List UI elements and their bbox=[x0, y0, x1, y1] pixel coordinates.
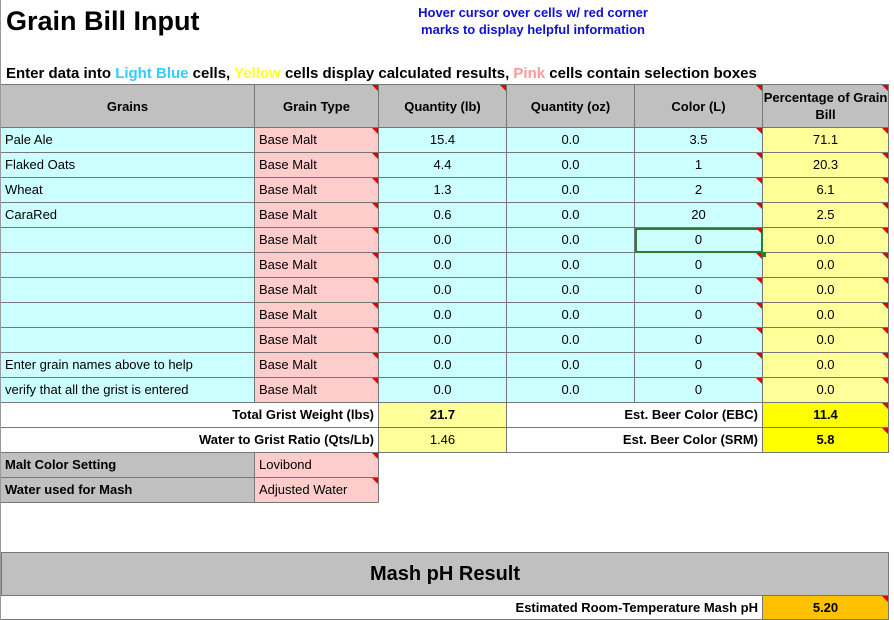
cell-quantity-oz[interactable]: 0.0 bbox=[507, 328, 635, 353]
ebc-label: Est. Beer Color (EBC) bbox=[507, 403, 763, 428]
cell-quantity-oz[interactable]: 0.0 bbox=[507, 253, 635, 278]
cell-quantity-lb[interactable]: 0.0 bbox=[379, 278, 507, 303]
fill-handle[interactable] bbox=[761, 252, 766, 257]
cell-color-l[interactable]: 0 bbox=[635, 278, 763, 303]
water-used-for-mash-label: Water used for Mash bbox=[1, 478, 255, 503]
cell-quantity-lb[interactable]: 0.6 bbox=[379, 203, 507, 228]
cell-percentage: 0.0 bbox=[763, 378, 889, 403]
cell-quantity-oz[interactable]: 0.0 bbox=[507, 228, 635, 253]
cell-quantity-oz[interactable]: 0.0 bbox=[507, 378, 635, 403]
cell-percentage: 0.0 bbox=[763, 253, 889, 278]
srm-value: 5.8 bbox=[763, 428, 889, 453]
cell-grain-type[interactable]: Base Malt bbox=[255, 378, 379, 403]
malt-color-setting-label: Malt Color Setting bbox=[1, 453, 255, 478]
header-grain-type: Grain Type bbox=[255, 84, 379, 128]
mash-ph-value: 5.20 bbox=[763, 596, 889, 620]
cell-quantity-oz[interactable]: 0.0 bbox=[507, 128, 635, 153]
instr-pink: Pink bbox=[513, 65, 546, 82]
cell-percentage: 0.0 bbox=[763, 353, 889, 378]
page-title: Grain Bill Input bbox=[6, 6, 200, 36]
cell-quantity-oz[interactable]: 0.0 bbox=[507, 303, 635, 328]
mash-ph-label: Estimated Room-Temperature Mash pH bbox=[1, 596, 763, 620]
cell-grain-name[interactable] bbox=[1, 253, 255, 278]
cell-color-l[interactable]: 0 bbox=[635, 253, 763, 278]
instr-cells1: cells, bbox=[188, 65, 235, 82]
cell-quantity-lb[interactable]: 0.0 bbox=[379, 353, 507, 378]
cell-grain-type[interactable]: Base Malt bbox=[255, 353, 379, 378]
cell-grain-type[interactable]: Base Malt bbox=[255, 128, 379, 153]
cell-grain-name[interactable] bbox=[1, 278, 255, 303]
cell-grain-name[interactable]: Pale Ale bbox=[1, 128, 255, 153]
cell-quantity-lb[interactable]: 1.3 bbox=[379, 178, 507, 203]
cell-color-l[interactable]: 0 bbox=[635, 303, 763, 328]
cell-grain-name[interactable] bbox=[1, 328, 255, 353]
cell-color-l[interactable]: 20 bbox=[635, 203, 763, 228]
cell-quantity-oz[interactable]: 0.0 bbox=[507, 203, 635, 228]
cell-percentage: 0.0 bbox=[763, 278, 889, 303]
cell-color-l[interactable]: 0 bbox=[635, 328, 763, 353]
instr-cells2: cells display calculated results, bbox=[280, 65, 514, 82]
cell-grain-name[interactable]: CaraRed bbox=[1, 203, 255, 228]
water-ratio-value: 1.46 bbox=[379, 428, 507, 453]
cell-grain-type[interactable]: Base Malt bbox=[255, 178, 379, 203]
water-ratio-label: Water to Grist Ratio (Qts/Lb) bbox=[1, 428, 379, 453]
instructions: Enter data into Light Blue cells, Yellow… bbox=[6, 64, 757, 84]
cell-color-l[interactable]: 2 bbox=[635, 178, 763, 203]
water-used-for-mash-select[interactable]: Adjusted Water bbox=[255, 478, 379, 503]
srm-label: Est. Beer Color (SRM) bbox=[507, 428, 763, 453]
ebc-value: 11.4 bbox=[763, 403, 889, 428]
cell-percentage: 6.1 bbox=[763, 178, 889, 203]
cell-color-l[interactable]: 3.5 bbox=[635, 128, 763, 153]
cell-grain-name[interactable] bbox=[1, 303, 255, 328]
hover-hint: Hover cursor over cells w/ red corner ma… bbox=[418, 5, 648, 37]
cell-grain-type[interactable]: Base Malt bbox=[255, 228, 379, 253]
cell-grain-name[interactable]: Enter grain names above to help bbox=[1, 353, 255, 378]
cell-color-l[interactable]: 0 bbox=[635, 378, 763, 403]
cell-color-l[interactable]: 1 bbox=[635, 153, 763, 178]
cell-grain-name[interactable]: verify that all the grist is entered bbox=[1, 378, 255, 403]
cell-grain-type[interactable]: Base Malt bbox=[255, 328, 379, 353]
instr-prefix: Enter data into bbox=[6, 65, 116, 82]
mash-ph-banner: Mash pH Result bbox=[1, 552, 889, 596]
cell-quantity-lb[interactable]: 0.0 bbox=[379, 303, 507, 328]
total-grist-label: Total Grist Weight (lbs) bbox=[1, 403, 379, 428]
cell-color-l[interactable]: 0 bbox=[635, 228, 763, 253]
header-color-l: Color (L) bbox=[635, 84, 763, 128]
cell-quantity-oz[interactable]: 0.0 bbox=[507, 153, 635, 178]
header-grain-name: Grains bbox=[1, 84, 255, 128]
cell-percentage: 0.0 bbox=[763, 303, 889, 328]
cell-grain-name[interactable] bbox=[1, 228, 255, 253]
header-quantity-lb: Quantity (lb) bbox=[379, 84, 507, 128]
cell-grain-type[interactable]: Base Malt bbox=[255, 203, 379, 228]
cell-grain-name[interactable]: Wheat bbox=[1, 178, 255, 203]
cell-grain-name[interactable]: Flaked Oats bbox=[1, 153, 255, 178]
cell-quantity-lb[interactable]: 0.0 bbox=[379, 228, 507, 253]
cell-quantity-oz[interactable]: 0.0 bbox=[507, 353, 635, 378]
cell-quantity-oz[interactable]: 0.0 bbox=[507, 278, 635, 303]
cell-grain-type[interactable]: Base Malt bbox=[255, 278, 379, 303]
cell-quantity-lb[interactable]: 4.4 bbox=[379, 153, 507, 178]
header-percentage: Percentage of Grain Bill bbox=[763, 84, 889, 128]
cell-percentage: 0.0 bbox=[763, 328, 889, 353]
cell-quantity-lb[interactable]: 0.0 bbox=[379, 378, 507, 403]
cell-grain-type[interactable]: Base Malt bbox=[255, 153, 379, 178]
cell-quantity-lb[interactable]: 15.4 bbox=[379, 128, 507, 153]
cell-quantity-oz[interactable]: 0.0 bbox=[507, 178, 635, 203]
instr-cells3: cells contain selection boxes bbox=[545, 65, 757, 82]
spreadsheet: Grain Bill Input Hover cursor over cells… bbox=[0, 0, 894, 620]
instr-light-blue: Light Blue bbox=[115, 65, 189, 82]
total-grist-value: 21.7 bbox=[379, 403, 507, 428]
cell-grain-type[interactable]: Base Malt bbox=[255, 253, 379, 278]
instr-yellow: Yellow bbox=[234, 65, 281, 82]
cell-quantity-lb[interactable]: 0.0 bbox=[379, 253, 507, 278]
cell-percentage: 2.5 bbox=[763, 203, 889, 228]
cell-color-l[interactable]: 0 bbox=[635, 353, 763, 378]
cell-percentage: 20.3 bbox=[763, 153, 889, 178]
cell-percentage: 0.0 bbox=[763, 228, 889, 253]
cell-quantity-lb[interactable]: 0.0 bbox=[379, 328, 507, 353]
cell-grain-type[interactable]: Base Malt bbox=[255, 303, 379, 328]
malt-color-setting-select[interactable]: Lovibond bbox=[255, 453, 379, 478]
header-quantity-oz: Quantity (oz) bbox=[507, 84, 635, 128]
cell-percentage: 71.1 bbox=[763, 128, 889, 153]
